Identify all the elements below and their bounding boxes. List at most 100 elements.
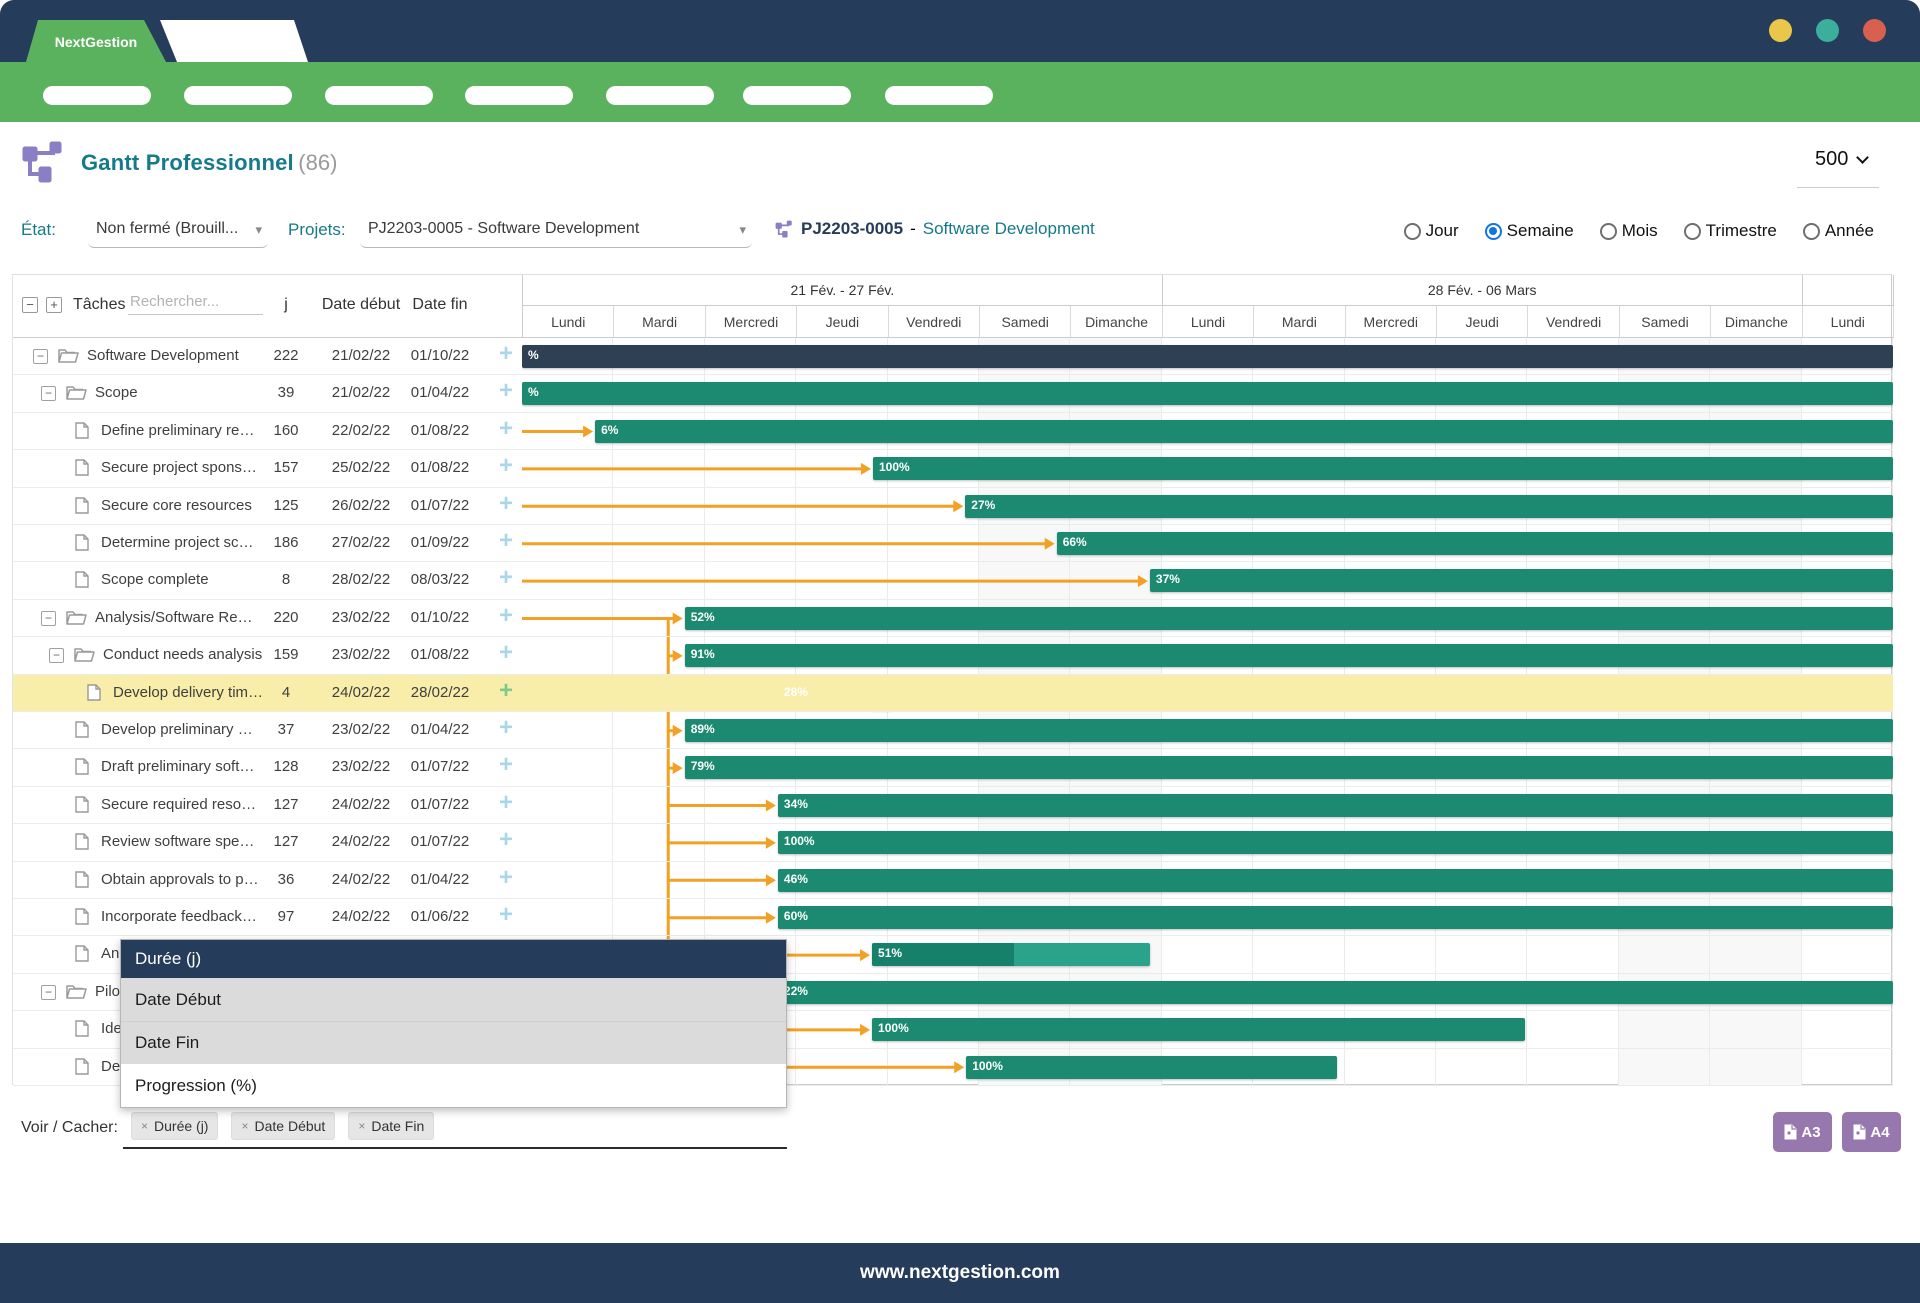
document-icon <box>87 684 101 706</box>
gantt-bar-label: 37% <box>1156 572 1180 586</box>
table-row[interactable]: Incorporate feedback…9724/02/2201/06/22+ <box>13 899 522 936</box>
task-name: Incorporate feedback… <box>101 908 257 925</box>
etat-select[interactable]: Non fermé (Brouill... ▾ <box>88 212 268 248</box>
view-radio-trimestre[interactable]: Trimestre <box>1684 221 1777 241</box>
add-subtask-button[interactable]: + <box>491 490 521 518</box>
window-maximize-dot[interactable] <box>1816 19 1839 42</box>
brand-label: NextGestion <box>55 34 137 50</box>
add-subtask-button[interactable]: + <box>491 677 521 705</box>
add-subtask-button[interactable]: + <box>491 415 521 443</box>
chip-label: Date Début <box>255 1118 326 1134</box>
table-row[interactable]: −Scope3921/02/2201/04/22+ <box>13 375 522 412</box>
table-row[interactable]: Secure required reso…12724/02/2201/07/22… <box>13 787 522 824</box>
dropdown-item-progression[interactable]: Progression (%) <box>121 1064 786 1107</box>
day-header: Samedi <box>1620 306 1711 338</box>
secondary-tab[interactable] <box>160 20 308 62</box>
nav-pill[interactable] <box>325 86 433 105</box>
task-duration: 222 <box>271 347 301 364</box>
add-subtask-button[interactable]: + <box>491 452 521 480</box>
chip-remove-icon[interactable]: × <box>241 1119 248 1133</box>
add-subtask-button[interactable]: + <box>491 789 521 817</box>
table-row[interactable]: Secure project spons…15725/02/2201/08/22… <box>13 450 522 487</box>
chip-remove-icon[interactable]: × <box>358 1119 365 1133</box>
project-breadcrumb[interactable]: PJ2203-0005 - Software Development <box>775 219 1095 239</box>
view-radio-jour[interactable]: Jour <box>1404 221 1459 241</box>
table-row[interactable]: Scope complete828/02/2208/03/22+ <box>13 562 522 599</box>
add-subtask-button[interactable]: + <box>491 377 521 405</box>
task-date-fin: 01/08/22 <box>405 646 475 663</box>
nav-pill[interactable] <box>465 86 573 105</box>
gantt-bar-label: 27% <box>971 498 995 512</box>
window-minimize-dot[interactable] <box>1769 19 1792 42</box>
footer: www.nextgestion.com <box>0 1243 1920 1303</box>
nav-pill[interactable] <box>606 86 714 105</box>
day-header: Lundi <box>523 306 614 338</box>
add-subtask-button[interactable]: + <box>491 714 521 742</box>
add-subtask-button[interactable]: + <box>491 901 521 929</box>
add-subtask-button[interactable]: + <box>491 751 521 779</box>
table-row[interactable]: −Software Development22221/02/2201/10/22… <box>13 338 522 375</box>
page-size-select[interactable]: 500 <box>1815 148 1867 171</box>
table-row[interactable]: Develop preliminary …3723/02/2201/04/22+ <box>13 712 522 749</box>
table-row[interactable]: Draft preliminary soft…12823/02/2201/07/… <box>13 749 522 786</box>
column-chip[interactable]: ×Durée (j) <box>131 1112 218 1140</box>
projets-select[interactable]: PJ2203-0005 - Software Development ▾ <box>360 212 752 248</box>
table-row[interactable]: Define preliminary re…16022/02/2201/08/2… <box>13 413 522 450</box>
add-subtask-button[interactable]: + <box>491 826 521 854</box>
day-header: Dimanche <box>1711 306 1802 338</box>
table-row[interactable]: −Analysis/Software Re…22023/02/2201/10/2… <box>13 600 522 637</box>
search-input[interactable] <box>128 289 263 315</box>
table-row[interactable]: Review software spe…12724/02/2201/07/22+ <box>13 824 522 861</box>
nav-pill[interactable] <box>184 86 292 105</box>
view-radio-mois[interactable]: Mois <box>1600 221 1658 241</box>
row-collapse-toggle[interactable]: − <box>33 349 48 364</box>
chips-input-underline <box>123 1147 787 1149</box>
dropdown-item-duree[interactable]: Durée (j) <box>121 940 786 978</box>
dropdown-item-date-fin[interactable]: Date Fin <box>121 1021 786 1064</box>
row-collapse-toggle[interactable]: − <box>41 611 56 626</box>
table-row[interactable]: −Conduct needs analysis15923/02/2201/08/… <box>13 637 522 674</box>
expand-all-button[interactable]: + <box>46 297 62 313</box>
column-chip[interactable]: ×Date Fin <box>348 1112 434 1140</box>
row-collapse-toggle[interactable]: − <box>49 648 64 663</box>
view-radio-année[interactable]: Année <box>1803 221 1874 241</box>
table-row[interactable]: Develop delivery tim…424/02/2228/02/22+ <box>13 675 522 712</box>
add-subtask-button[interactable]: + <box>491 527 521 555</box>
day-header: Mardi <box>614 306 705 338</box>
nav-pill[interactable] <box>885 86 993 105</box>
add-subtask-button[interactable]: + <box>491 340 521 368</box>
add-subtask-button[interactable]: + <box>491 564 521 592</box>
nav-pill[interactable] <box>43 86 151 105</box>
brand-tab[interactable]: NextGestion <box>26 20 166 62</box>
export-a4-button[interactable]: A4 <box>1842 1112 1901 1152</box>
project-name-link[interactable]: Software Development <box>923 219 1095 239</box>
row-collapse-toggle[interactable]: − <box>41 386 56 401</box>
pdf-document-icon <box>1853 1124 1866 1140</box>
view-radio-semaine[interactable]: Semaine <box>1485 221 1574 241</box>
task-duration: 39 <box>271 384 301 401</box>
task-name: Secure core resources <box>101 497 252 514</box>
gantt-bar-label: 22% <box>784 984 808 998</box>
chart-row <box>522 413 1893 450</box>
row-collapse-toggle[interactable]: − <box>41 985 56 1000</box>
column-chip[interactable]: × Date Début <box>231 1112 335 1140</box>
chart-row <box>522 450 1893 487</box>
dropdown-item-date-debut[interactable]: Date Début <box>121 978 786 1021</box>
gantt-bar-label: 91% <box>691 647 715 661</box>
add-subtask-button[interactable]: + <box>491 864 521 892</box>
add-subtask-button[interactable]: + <box>491 602 521 630</box>
task-duration: 4 <box>271 684 301 701</box>
chart-row <box>522 600 1893 637</box>
day-header: Samedi <box>980 306 1071 338</box>
task-name: Develop delivery tim… <box>113 684 263 701</box>
window-close-dot[interactable] <box>1863 19 1886 42</box>
export-a3-button[interactable]: A3 <box>1773 1112 1832 1152</box>
table-row[interactable]: Determine project sc…18627/02/2201/09/22… <box>13 525 522 562</box>
nav-pill[interactable] <box>743 86 851 105</box>
add-subtask-button[interactable]: + <box>491 639 521 667</box>
task-date-debut: 21/02/22 <box>321 384 401 401</box>
chip-remove-icon[interactable]: × <box>141 1119 148 1133</box>
table-row[interactable]: Secure core resources12526/02/2201/07/22… <box>13 488 522 525</box>
collapse-all-button[interactable]: − <box>22 297 38 313</box>
table-row[interactable]: Obtain approvals to p…3624/02/2201/04/22… <box>13 862 522 899</box>
